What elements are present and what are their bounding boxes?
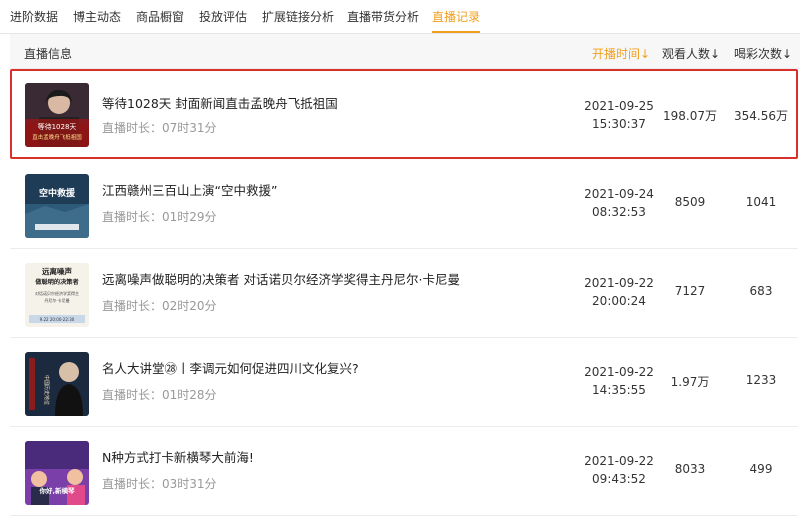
thumbnail-caption: 做聪明的决策者 bbox=[34, 278, 78, 286]
table-row[interactable]: 空中救援 江西赣州三百山上演“空中救援” 直播时长：01时29分 2021-09… bbox=[10, 160, 798, 249]
sort-arrow-icon: ↓ bbox=[710, 47, 721, 61]
thumbnail-caption: 9.22 20:00-22:30 bbox=[40, 317, 75, 322]
active-tab-indicator bbox=[432, 31, 480, 33]
live-title[interactable]: 远离噪声做聪明的决策者 对话诺贝尔经济学奖得主丹尼尔·卡尼曼 bbox=[102, 269, 460, 288]
live-views: 198.07万 bbox=[663, 109, 717, 123]
live-title[interactable]: N种方式打卡新横琴大前海! bbox=[102, 447, 254, 466]
live-duration: 直播时长：01时29分 bbox=[102, 210, 217, 224]
sort-views[interactable]: 观看人数↓ bbox=[662, 45, 720, 62]
live-likes: 354.56万 bbox=[734, 109, 788, 123]
tab-advanced-data[interactable]: 进阶数据 bbox=[10, 8, 58, 25]
table-row[interactable]: 等待1028天 直击孟晚舟飞抵祖国 等待1028天 封面新闻直击孟晚舟飞抵祖国 … bbox=[10, 69, 798, 159]
thumbnail-caption: 丹尼尔·卡尼曼 bbox=[44, 297, 69, 303]
header-live-info: 直播信息 bbox=[24, 47, 73, 61]
tab-product-window[interactable]: 商品橱窗 bbox=[136, 8, 184, 25]
live-start-time: 2021-09-24 08:32:53 bbox=[584, 187, 654, 219]
live-title[interactable]: 江西赣州三百山上演“空中救援” bbox=[102, 180, 277, 199]
live-duration: 直播时长：03时31分 bbox=[102, 477, 217, 491]
table-header: 直播信息 开播时间↓ 观看人数↓ 喝彩次数↓ bbox=[10, 34, 800, 69]
live-thumbnail[interactable]: 中国历史地位 bbox=[25, 352, 89, 416]
tab-live-sales-analysis[interactable]: 直播带货分析 bbox=[347, 8, 419, 25]
live-views: 8033 bbox=[674, 462, 706, 476]
thumbnail-caption: 你好,新横琴 bbox=[39, 486, 75, 495]
thumbnail-caption: 对话诺贝尔经济学奖得主 bbox=[35, 290, 79, 296]
thumbnail-caption: 远离噪声 bbox=[42, 266, 72, 276]
thumbnail-caption: 等待1028天 bbox=[38, 122, 77, 131]
live-thumbnail[interactable]: 等待1028天 直击孟晚舟飞抵祖国 bbox=[25, 83, 89, 147]
live-start-time: 2021-09-22 09:43:52 bbox=[584, 454, 654, 486]
sort-start-time[interactable]: 开播时间↓ bbox=[592, 45, 650, 62]
tab-live-records[interactable]: 直播记录 bbox=[432, 8, 480, 25]
live-duration: 直播时长：07时31分 bbox=[102, 121, 217, 135]
live-views: 8509 bbox=[674, 195, 706, 209]
live-thumbnail[interactable]: 你好,新横琴 bbox=[25, 441, 89, 505]
sort-likes[interactable]: 喝彩次数↓ bbox=[734, 45, 792, 62]
thumbnail-caption: 直击孟晚舟飞抵祖国 bbox=[32, 133, 82, 141]
live-title[interactable]: 名人大讲堂㉘丨李调元如何促进四川文化复兴? bbox=[102, 358, 359, 377]
tab-link-analysis[interactable]: 扩展链接分析 bbox=[262, 8, 334, 25]
sort-arrow-icon: ↓ bbox=[640, 47, 651, 61]
live-thumbnail[interactable]: 远离噪声 做聪明的决策者 对话诺贝尔经济学奖得主 丹尼尔·卡尼曼 9.22 20… bbox=[25, 263, 89, 327]
live-likes: 683 bbox=[749, 284, 773, 298]
thumbnail-caption: 空中救援 bbox=[39, 187, 76, 199]
live-likes: 499 bbox=[749, 462, 773, 476]
table-row[interactable]: 中国历史地位 名人大讲堂㉘丨李调元如何促进四川文化复兴? 直播时长：01时28分… bbox=[10, 338, 798, 427]
table-row[interactable]: 远离噪声 做聪明的决策者 对话诺贝尔经济学奖得主 丹尼尔·卡尼曼 9.22 20… bbox=[10, 249, 798, 338]
live-duration: 直播时长：01时28分 bbox=[102, 388, 217, 402]
live-thumbnail[interactable]: 空中救援 bbox=[25, 174, 89, 238]
live-views: 7127 bbox=[674, 284, 706, 298]
live-views: 1.97万 bbox=[670, 375, 710, 389]
live-duration: 直播时长：02时20分 bbox=[102, 299, 217, 313]
table-row[interactable]: 你好,新横琴 N种方式打卡新横琴大前海! 直播时长：03时31分 2021-09… bbox=[10, 427, 798, 516]
live-likes: 1041 bbox=[745, 195, 777, 209]
live-title[interactable]: 等待1028天 封面新闻直击孟晚舟飞抵祖国 bbox=[102, 93, 338, 112]
tab-bar: 进阶数据 博主动态 商品橱窗 投放评估 扩展链接分析 直播带货分析 直播记录 bbox=[0, 0, 800, 34]
live-start-time: 2021-09-25 15:30:37 bbox=[584, 99, 654, 131]
live-likes: 1233 bbox=[745, 373, 777, 387]
tab-blogger-updates[interactable]: 博主动态 bbox=[73, 8, 121, 25]
sort-arrow-icon: ↓ bbox=[782, 47, 793, 61]
live-start-time: 2021-09-22 14:35:55 bbox=[584, 365, 654, 397]
live-start-time: 2021-09-22 20:00:24 bbox=[584, 276, 654, 308]
thumbnail-caption: 中国历史地位 bbox=[43, 375, 50, 405]
tab-ad-evaluation[interactable]: 投放评估 bbox=[199, 8, 247, 25]
